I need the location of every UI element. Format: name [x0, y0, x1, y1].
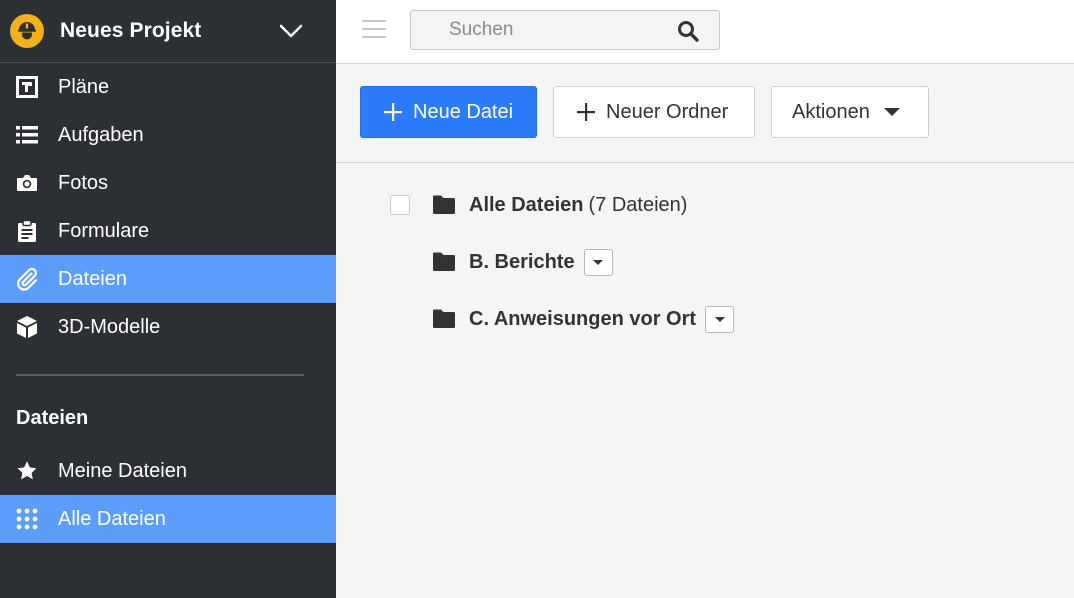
folder-options-dropdown[interactable]	[705, 305, 735, 333]
nav-item-label: Pläne	[58, 75, 110, 98]
chevron-down-icon[interactable]	[276, 16, 306, 46]
nav-item-meine-dateien[interactable]: Meine Dateien	[0, 447, 336, 495]
search-input[interactable]	[411, 19, 661, 41]
plus-icon	[576, 102, 596, 122]
nav-item-label: Formulare	[58, 219, 150, 242]
file-toolbar: Neue Datei Neuer Ordner Aktionen	[336, 64, 1074, 163]
camera-icon	[15, 171, 39, 195]
nav-item-formulare[interactable]: Formulare	[0, 207, 336, 255]
nav-item-plaene[interactable]: Pläne	[0, 63, 336, 111]
nav-item-dateien[interactable]: Dateien	[0, 255, 336, 303]
star-icon	[15, 459, 39, 483]
nav-item-fotos[interactable]: Fotos	[0, 159, 336, 207]
select-all-checkbox[interactable]	[390, 195, 410, 215]
file-count: (7 Dateien)	[588, 193, 688, 216]
nav-item-3d-modelle[interactable]: 3D-Modelle	[0, 303, 336, 351]
new-folder-label: Neuer Ordner	[606, 100, 729, 123]
folder-name: B. Berichte	[469, 250, 575, 273]
folder-icon	[432, 252, 456, 272]
caret-down-icon	[883, 108, 900, 116]
caret-down-icon	[593, 259, 604, 265]
new-file-label: Neue Datei	[413, 100, 514, 123]
tree-root-row[interactable]: Alle Dateien (7 Dateien)	[432, 190, 687, 220]
nav-item-label: Alle Dateien	[58, 507, 166, 530]
nav-item-aufgaben[interactable]: Aufgaben	[0, 111, 336, 159]
tree-folder-row[interactable]: B. Berichte	[432, 247, 613, 277]
search-box	[410, 10, 720, 50]
nav-item-label: 3D-Modelle	[58, 315, 161, 338]
folder-icon	[432, 195, 456, 215]
actions-label: Aktionen	[792, 100, 870, 123]
sidebar: Neues Projekt Pläne Aufgaben Fotos Formu…	[0, 0, 336, 598]
nav-item-alle-dateien[interactable]: Alle Dateien	[0, 495, 336, 543]
actions-dropdown-button[interactable]: Aktionen	[771, 86, 929, 138]
nav-item-label: Aufgaben	[58, 123, 144, 146]
new-file-button[interactable]: Neue Datei	[360, 86, 537, 138]
main-nav: Pläne Aufgaben Fotos Formulare Dateien 3…	[0, 63, 336, 351]
nav-item-label: Fotos	[58, 171, 109, 194]
nav-item-label: Meine Dateien	[58, 459, 187, 482]
top-bar	[336, 0, 1074, 64]
nav-item-label: Dateien	[58, 267, 127, 290]
folder-name: C. Anweisungen vor Ort	[469, 307, 697, 330]
files-nav: Meine Dateien Alle Dateien	[0, 447, 336, 543]
folder-icon	[432, 309, 456, 329]
folder-options-dropdown[interactable]	[583, 248, 613, 276]
list-icon	[15, 123, 39, 147]
sidebar-divider	[16, 374, 304, 376]
tree-folder-row[interactable]: C. Anweisungen vor Ort	[432, 304, 735, 334]
folder-name: Alle Dateien	[469, 193, 584, 216]
section-title-dateien: Dateien	[16, 407, 89, 429]
cube-icon	[15, 315, 39, 339]
paperclip-icon	[15, 267, 39, 291]
grid-icon	[15, 507, 39, 531]
hamburger-menu-icon[interactable]	[362, 20, 386, 40]
plus-icon	[383, 102, 403, 122]
hardhat-worker-icon	[10, 14, 44, 48]
project-switcher[interactable]: Neues Projekt	[0, 0, 336, 63]
clipboard-icon	[15, 219, 39, 243]
file-tree: Alle Dateien (7 Dateien) B. Berichte C. …	[336, 164, 1074, 598]
project-title: Neues Projekt	[60, 19, 202, 42]
caret-down-icon	[714, 316, 725, 322]
search-icon[interactable]	[677, 20, 699, 42]
blueprint-icon	[15, 75, 39, 99]
new-folder-button[interactable]: Neuer Ordner	[553, 86, 755, 138]
